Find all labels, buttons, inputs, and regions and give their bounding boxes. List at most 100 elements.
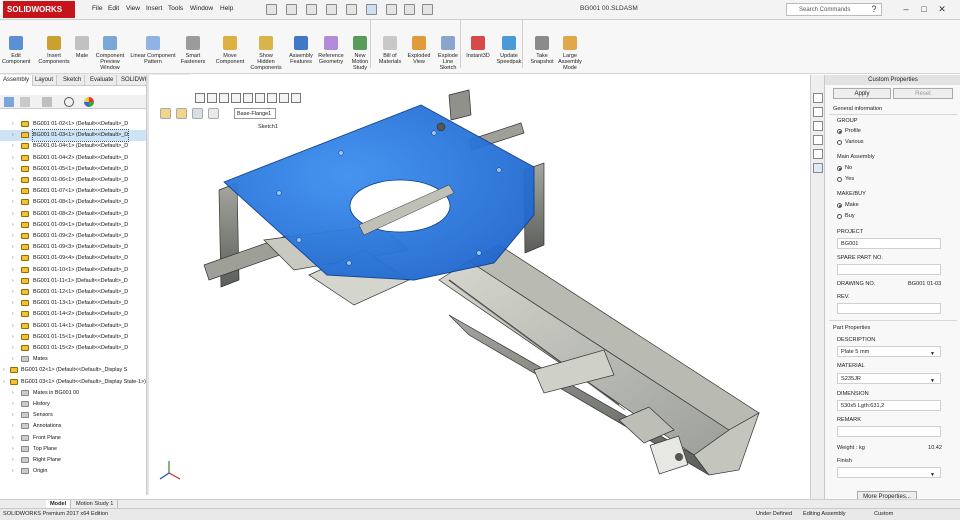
tree-item[interactable]: › BG001 01-03<1> (Default<<Default>_D: [0, 129, 146, 142]
tree-item[interactable]: › BG001 01-04<2> (Default<<Default>_D: [0, 153, 146, 164]
expand-arrow-icon[interactable]: ›: [12, 197, 14, 208]
minimize-button[interactable]: –: [900, 3, 912, 15]
expand-arrow-icon[interactable]: ›: [12, 242, 14, 253]
view-orientation-icon[interactable]: [243, 93, 253, 103]
make-radio[interactable]: [837, 203, 842, 208]
file-explorer-icon[interactable]: [813, 121, 823, 131]
zoom-area-icon[interactable]: [207, 93, 217, 103]
tab-evaluate[interactable]: Evaluate: [87, 75, 118, 86]
expand-arrow-icon[interactable]: ›: [12, 466, 14, 477]
close-button[interactable]: ✕: [936, 3, 948, 15]
tree-item[interactable]: › BG001 01-08<2> (Default<<Default>_D: [0, 209, 146, 220]
tree-item[interactable]: › BG001 01-09<2> (Default<<Default>_D: [0, 231, 146, 242]
tree-item[interactable]: › History: [0, 399, 146, 410]
expand-arrow-icon[interactable]: ›: [12, 276, 14, 287]
assembly-model[interactable]: [149, 75, 810, 499]
ribbon-button-16[interactable]: Take Snapshot: [529, 22, 555, 72]
menu-tools[interactable]: Tools: [168, 5, 183, 12]
menu-window[interactable]: Window: [190, 5, 213, 12]
menu-view[interactable]: View: [126, 5, 140, 12]
ribbon-button-13[interactable]: Explode Line Sketch: [435, 22, 461, 72]
tree-item[interactable]: › BG001 01-14<1> (Default<<Default>_D: [0, 321, 146, 332]
menu-file[interactable]: File: [92, 5, 102, 12]
file-properties-icon[interactable]: [404, 4, 415, 15]
breadcrumb-feature-icon[interactable]: [208, 108, 219, 119]
tree-item[interactable]: › BG001 01-14<2> (Default<<Default>_D: [0, 309, 146, 320]
tree-item[interactable]: › BG001 01-15<2> (Default<<Default>_D: [0, 343, 146, 354]
description-select[interactable]: Plate 5 mm ▼: [837, 346, 941, 357]
expand-arrow-icon[interactable]: ›: [12, 309, 14, 320]
tree-item[interactable]: › BG001 02<1> (Default<<Default>_Display …: [0, 365, 146, 376]
select-arrow-icon[interactable]: [366, 4, 377, 15]
finish-select[interactable]: ▼: [837, 467, 941, 478]
breadcrumb-feature-label[interactable]: Base-Flange1: [234, 108, 276, 119]
tree-item[interactable]: › BG001 01-04<1> (Default<<Default>_D: [0, 141, 146, 152]
tree-item[interactable]: › BG001 01-10<1> (Default<<Default>_D: [0, 265, 146, 276]
solidworks-logo[interactable]: SOLIDWORKS: [3, 1, 75, 18]
view-palette-icon[interactable]: [813, 135, 823, 145]
group-various-radio[interactable]: [837, 140, 842, 145]
tree-item[interactable]: › Mates: [0, 354, 146, 365]
spare-part-field[interactable]: [837, 264, 941, 275]
breadcrumb-sketch-label[interactable]: Sketch1: [258, 124, 278, 130]
tree-item[interactable]: › Top Plane: [0, 444, 146, 455]
ribbon-button-3[interactable]: Component Preview Window: [94, 22, 126, 72]
main-assembly-no-radio[interactable]: [837, 166, 842, 171]
rebuild-icon[interactable]: [386, 4, 397, 15]
graphics-viewport[interactable]: [149, 75, 810, 499]
save-icon[interactable]: [306, 4, 317, 15]
expand-arrow-icon[interactable]: ›: [12, 388, 14, 399]
expand-arrow-icon[interactable]: ›: [12, 455, 14, 466]
display-manager-icon[interactable]: [84, 97, 94, 107]
expand-arrow-icon[interactable]: ›: [12, 175, 14, 186]
expand-arrow-icon[interactable]: ›: [12, 287, 14, 298]
resources-icon[interactable]: [813, 93, 823, 103]
menu-edit[interactable]: Edit: [108, 5, 119, 12]
expand-arrow-icon[interactable]: ›: [12, 332, 14, 343]
tree-item[interactable]: › Origin: [0, 466, 146, 477]
tree-item[interactable]: › BG001 01-12<1> (Default<<Default>_D: [0, 287, 146, 298]
edit-appearance-icon[interactable]: [279, 93, 289, 103]
feature-tree-icon[interactable]: [4, 97, 14, 107]
ribbon-button-17[interactable]: Large Assembly Mode: [557, 22, 583, 72]
ribbon-button-11[interactable]: Bill of Materials: [377, 22, 403, 72]
ribbon-button-0[interactable]: Edit Component: [2, 22, 30, 72]
display-style-icon[interactable]: [255, 93, 265, 103]
tree-item[interactable]: › BG001 01-09<1> (Default<<Default>_D: [0, 220, 146, 231]
tree-item[interactable]: › BG001 01-09<3> (Default<<Default>_D: [0, 242, 146, 253]
expand-arrow-icon[interactable]: ›: [12, 141, 14, 152]
expand-arrow-icon[interactable]: ›: [12, 119, 14, 130]
tree-item[interactable]: › Annotations: [0, 421, 146, 432]
apply-button[interactable]: Apply: [833, 88, 891, 99]
material-select[interactable]: S235JR ▼: [837, 373, 941, 384]
units-selector[interactable]: Custom: [874, 509, 893, 520]
expand-arrow-icon[interactable]: ›: [12, 444, 14, 455]
tree-item[interactable]: › BG001 01-02<1> (Default<<Default>_D: [0, 119, 146, 130]
expand-arrow-icon[interactable]: ›: [12, 265, 14, 276]
tree-item[interactable]: › BG001 01-13<1> (Default<<Default>_D: [0, 298, 146, 309]
configuration-manager-icon[interactable]: [42, 97, 52, 107]
ribbon-button-1[interactable]: Insert Components: [38, 22, 70, 72]
design-library-icon[interactable]: [813, 107, 823, 117]
expand-arrow-icon[interactable]: ›: [12, 433, 14, 444]
print-icon[interactable]: [326, 4, 337, 15]
reset-button[interactable]: Reset: [893, 88, 953, 99]
undo-icon[interactable]: [346, 4, 357, 15]
main-assembly-yes-radio[interactable]: [837, 177, 842, 182]
options-gear-icon[interactable]: [422, 4, 433, 15]
expand-arrow-icon[interactable]: ›: [12, 298, 14, 309]
expand-arrow-icon[interactable]: ›: [12, 164, 14, 175]
tree-item[interactable]: › BG001 01-06<1> (Default<<Default>_D: [0, 175, 146, 186]
breadcrumb-assembly-icon[interactable]: [160, 108, 171, 119]
remark-field[interactable]: [837, 426, 941, 437]
ribbon-button-12[interactable]: Exploded View: [405, 22, 433, 72]
hide-show-items-icon[interactable]: [267, 93, 277, 103]
custom-properties-icon[interactable]: [813, 163, 823, 173]
ribbon-button-7[interactable]: Show Hidden Components: [250, 22, 282, 72]
expand-arrow-icon[interactable]: ›: [12, 410, 14, 421]
apply-scene-icon[interactable]: [291, 93, 301, 103]
ribbon-button-5[interactable]: Smart Fasteners: [180, 22, 206, 72]
tree-item[interactable]: › Front Plane: [0, 433, 146, 444]
tree-item[interactable]: › BG001 01-07<1> (Default<<Default>_D: [0, 186, 146, 197]
rev-field[interactable]: [837, 303, 941, 314]
